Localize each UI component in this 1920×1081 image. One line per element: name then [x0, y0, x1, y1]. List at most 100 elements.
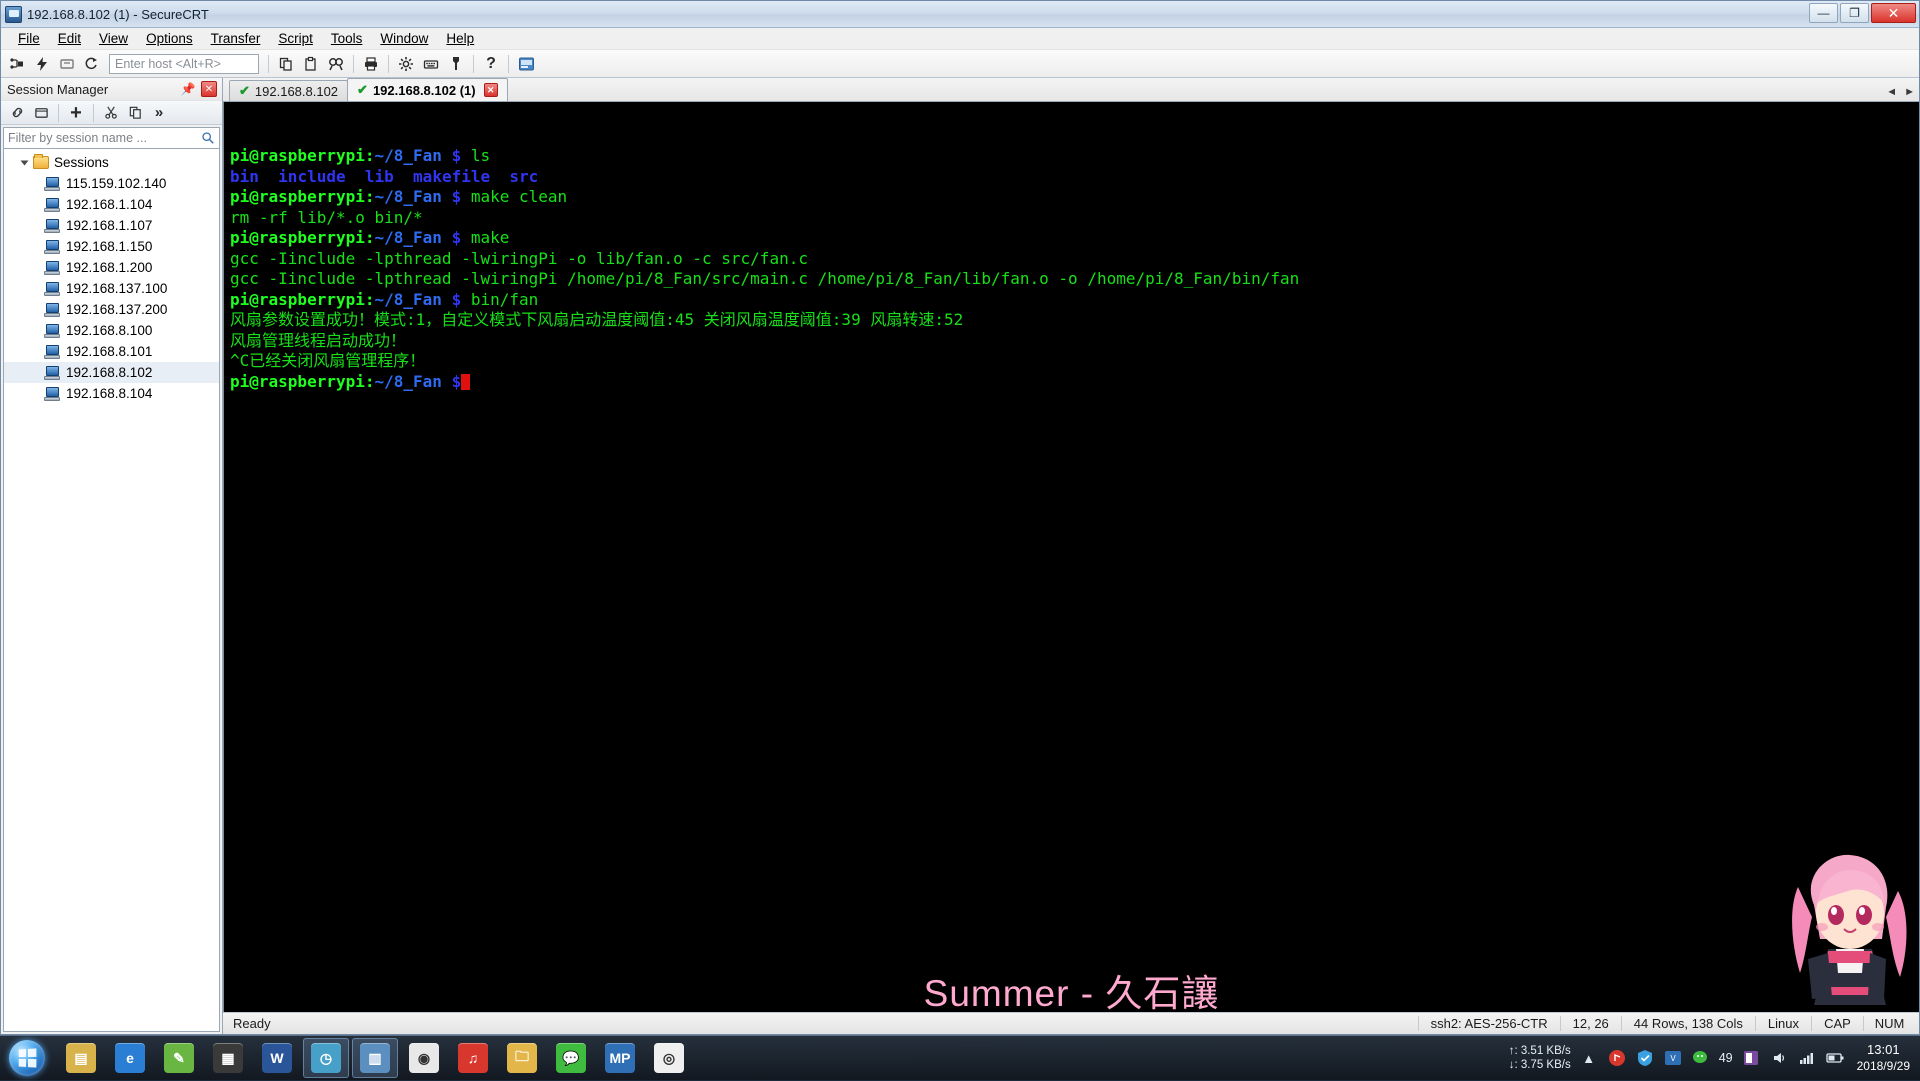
toolbar-separator	[508, 55, 509, 73]
menu-view-label: View	[99, 31, 128, 46]
session-item-label: 192.168.8.102	[66, 365, 152, 380]
connect-icon[interactable]	[5, 52, 29, 76]
computer-icon	[44, 177, 60, 191]
session-item[interactable]: 192.168.1.200	[4, 257, 219, 278]
close-button[interactable]: ✕	[1871, 3, 1916, 23]
session-item[interactable]: 192.168.8.102	[4, 362, 219, 383]
taskbar-app-securecrt[interactable]: ▥	[352, 1038, 398, 1078]
security-shield-icon[interactable]	[1635, 1048, 1655, 1068]
menu-edit[interactable]: Edit	[49, 29, 90, 48]
terminal-line: gcc -Iinclude -lpthread -lwiringPi -o li…	[230, 249, 1919, 270]
taskbar-app-netease-music[interactable]: ♫	[450, 1038, 496, 1078]
session-item[interactable]: 192.168.8.100	[4, 320, 219, 341]
session-item[interactable]: 192.168.1.104	[4, 194, 219, 215]
paste-icon[interactable]	[299, 52, 323, 76]
terminal-prompt-sep: :	[365, 372, 375, 391]
volume-icon[interactable]	[1769, 1048, 1789, 1068]
session-item[interactable]: 192.168.8.104	[4, 383, 219, 404]
terminal-ls-entry: src	[509, 167, 538, 186]
session-item[interactable]: 192.168.1.150	[4, 236, 219, 257]
find-icon[interactable]	[324, 52, 348, 76]
session-item[interactable]: 192.168.1.107	[4, 215, 219, 236]
help-icon[interactable]: ?	[479, 52, 503, 76]
taskbar-app-file-explorer[interactable]: ▤	[58, 1038, 104, 1078]
taskbar-app-media-player[interactable]: ▦	[205, 1038, 251, 1078]
session-item[interactable]: 192.168.8.101	[4, 341, 219, 362]
menu-help[interactable]: Help	[437, 29, 483, 48]
menu-options[interactable]: Options	[137, 29, 202, 48]
session-options-icon[interactable]	[394, 52, 418, 76]
search-icon[interactable]	[201, 131, 215, 148]
connect-in-tab-icon[interactable]	[55, 52, 79, 76]
taskbar-clock[interactable]: 13:01 2018/9/29	[1853, 1042, 1910, 1074]
taskbar-app-opencv-app[interactable]: ◎	[646, 1038, 692, 1078]
taskbar-app-wechat[interactable]: 💬	[548, 1038, 594, 1078]
cut-icon[interactable]	[100, 102, 122, 123]
netease-icon[interactable]	[1607, 1048, 1627, 1068]
more-icon[interactable]: »	[148, 102, 170, 123]
taskbar-app-mp-app[interactable]: MP	[597, 1038, 643, 1078]
terminal-prompt-space	[442, 228, 452, 247]
session-item[interactable]: 192.168.137.100	[4, 278, 219, 299]
taskbar-app-microsoft-word[interactable]: W	[254, 1038, 300, 1078]
menu-window[interactable]: Window	[371, 29, 437, 48]
copy-icon[interactable]	[124, 102, 146, 123]
folder-window-icon: 🗀	[507, 1043, 537, 1073]
session-tab[interactable]: ✔192.168.8.102 (1)✕	[347, 78, 508, 101]
chat-window-icon[interactable]	[514, 52, 538, 76]
terminal-space	[394, 167, 413, 186]
session-item[interactable]: 192.168.137.200	[4, 299, 219, 320]
menu-file[interactable]: File	[9, 29, 49, 48]
new-folder-icon[interactable]	[30, 102, 52, 123]
tree-root-sessions[interactable]: Sessions	[4, 152, 219, 173]
media-player-icon: ▦	[213, 1043, 243, 1073]
terminal-output[interactable]: pi@raspberrypi:~/8_Fan $ lsbin include l…	[223, 102, 1919, 1012]
network-speed-monitor[interactable]: ↑: 3.51 KB/s ↓: 3.75 KB/s	[1509, 1044, 1571, 1072]
connect-icon[interactable]	[6, 102, 28, 123]
tab-close-icon[interactable]: ✕	[484, 83, 498, 97]
reconnect-icon[interactable]	[80, 52, 104, 76]
terminal-ls-entry: bin	[230, 167, 259, 186]
copy-icon[interactable]	[274, 52, 298, 76]
toolbar-separator	[473, 55, 474, 73]
session-manager-close-icon[interactable]: ✕	[201, 81, 217, 97]
wechat-tray-icon[interactable]	[1691, 1048, 1711, 1068]
menu-help-label: Help	[446, 31, 474, 46]
tab-scroll-left-icon[interactable]: ◄	[1886, 86, 1897, 98]
tab-scroll-right-icon[interactable]: ►	[1904, 86, 1915, 98]
terminal-command: make	[461, 228, 509, 247]
quick-connect-icon[interactable]	[30, 52, 54, 76]
maximize-button[interactable]: ❐	[1840, 3, 1869, 23]
battery-icon[interactable]	[1825, 1048, 1845, 1068]
taskbar-app-clock-app[interactable]: ◷	[303, 1038, 349, 1078]
onenote-icon[interactable]	[1741, 1048, 1761, 1068]
network-icon[interactable]	[1797, 1048, 1817, 1068]
vpn-icon[interactable]: V	[1663, 1048, 1683, 1068]
print-icon[interactable]	[359, 52, 383, 76]
minimize-button[interactable]: —	[1809, 3, 1838, 23]
taskbar-app-google-chrome[interactable]: ◉	[401, 1038, 447, 1078]
new-session-icon[interactable]: +	[65, 102, 87, 123]
menu-script[interactable]: Script	[269, 29, 322, 48]
host-input[interactable]: Enter host <Alt+R>	[109, 54, 259, 74]
menu-view[interactable]: View	[90, 29, 137, 48]
taskbar-app-folder-window[interactable]: 🗀	[499, 1038, 545, 1078]
session-tree[interactable]: Sessions 115.159.102.140192.168.1.104192…	[3, 149, 220, 1032]
menu-tools[interactable]: Tools	[322, 29, 372, 48]
chevron-down-icon[interactable]	[21, 160, 29, 165]
pin-icon[interactable]: 📌	[180, 81, 196, 97]
terminal-command: make clean	[461, 187, 567, 206]
keymap-editor-icon[interactable]	[419, 52, 443, 76]
session-item[interactable]: 115.159.102.140	[4, 173, 219, 194]
menu-transfer[interactable]: Transfer	[202, 29, 270, 48]
session-filter-input[interactable]: Filter by session name ...	[3, 127, 220, 149]
menu-bar: File Edit View Options Transfer Script T…	[1, 28, 1919, 50]
taskbar-app-internet-explorer[interactable]: e	[107, 1038, 153, 1078]
session-tab[interactable]: ✔192.168.8.102	[229, 80, 348, 101]
show-hidden-icons-icon[interactable]: ▲	[1579, 1048, 1599, 1068]
start-button[interactable]	[0, 1036, 54, 1081]
session-list: 115.159.102.140192.168.1.104192.168.1.10…	[4, 173, 219, 404]
taskbar-app-notepad-plus-plus[interactable]: ✎	[156, 1038, 202, 1078]
terminal-prompt-dollar: $	[452, 290, 462, 309]
color-scheme-icon[interactable]	[444, 52, 468, 76]
